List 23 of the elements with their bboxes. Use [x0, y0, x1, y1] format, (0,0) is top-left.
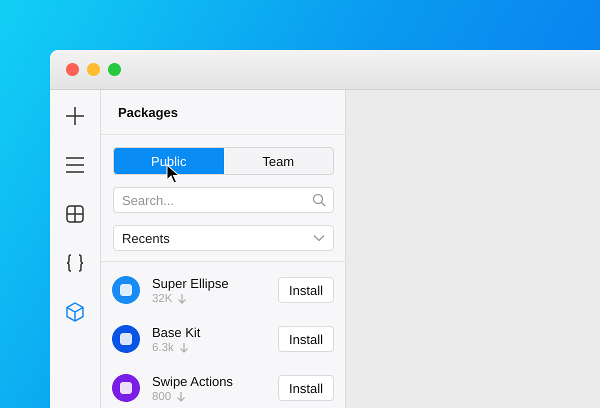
install-button[interactable]: Install	[278, 277, 334, 303]
download-count: 32K	[152, 292, 172, 304]
install-button[interactable]: Install	[278, 326, 334, 352]
filter-dropdown[interactable]: Recents	[113, 225, 334, 251]
download-count: 800	[152, 390, 172, 402]
package-name: Base Kit	[152, 324, 202, 340]
search-icon	[312, 193, 326, 207]
close-button[interactable]	[66, 63, 79, 76]
install-button[interactable]: Install	[278, 375, 334, 401]
panel-title: Packages	[118, 104, 178, 120]
download-arrow-icon	[178, 342, 189, 353]
braces-icon[interactable]	[64, 252, 86, 274]
download-count: 6.3k	[152, 342, 174, 354]
tab[interactable]: Team	[224, 148, 333, 174]
chevron-down-icon	[313, 234, 325, 242]
grid-icon[interactable]	[64, 203, 86, 225]
plus-icon[interactable]	[64, 105, 86, 127]
download-arrow-icon	[177, 293, 188, 304]
package-name: Super Ellipse	[152, 276, 230, 290]
download-arrow-icon	[176, 391, 186, 402]
search-field[interactable]: Search...	[113, 187, 334, 213]
package-name: Swipe Actions	[152, 374, 234, 388]
cube-icon[interactable]	[64, 301, 86, 323]
